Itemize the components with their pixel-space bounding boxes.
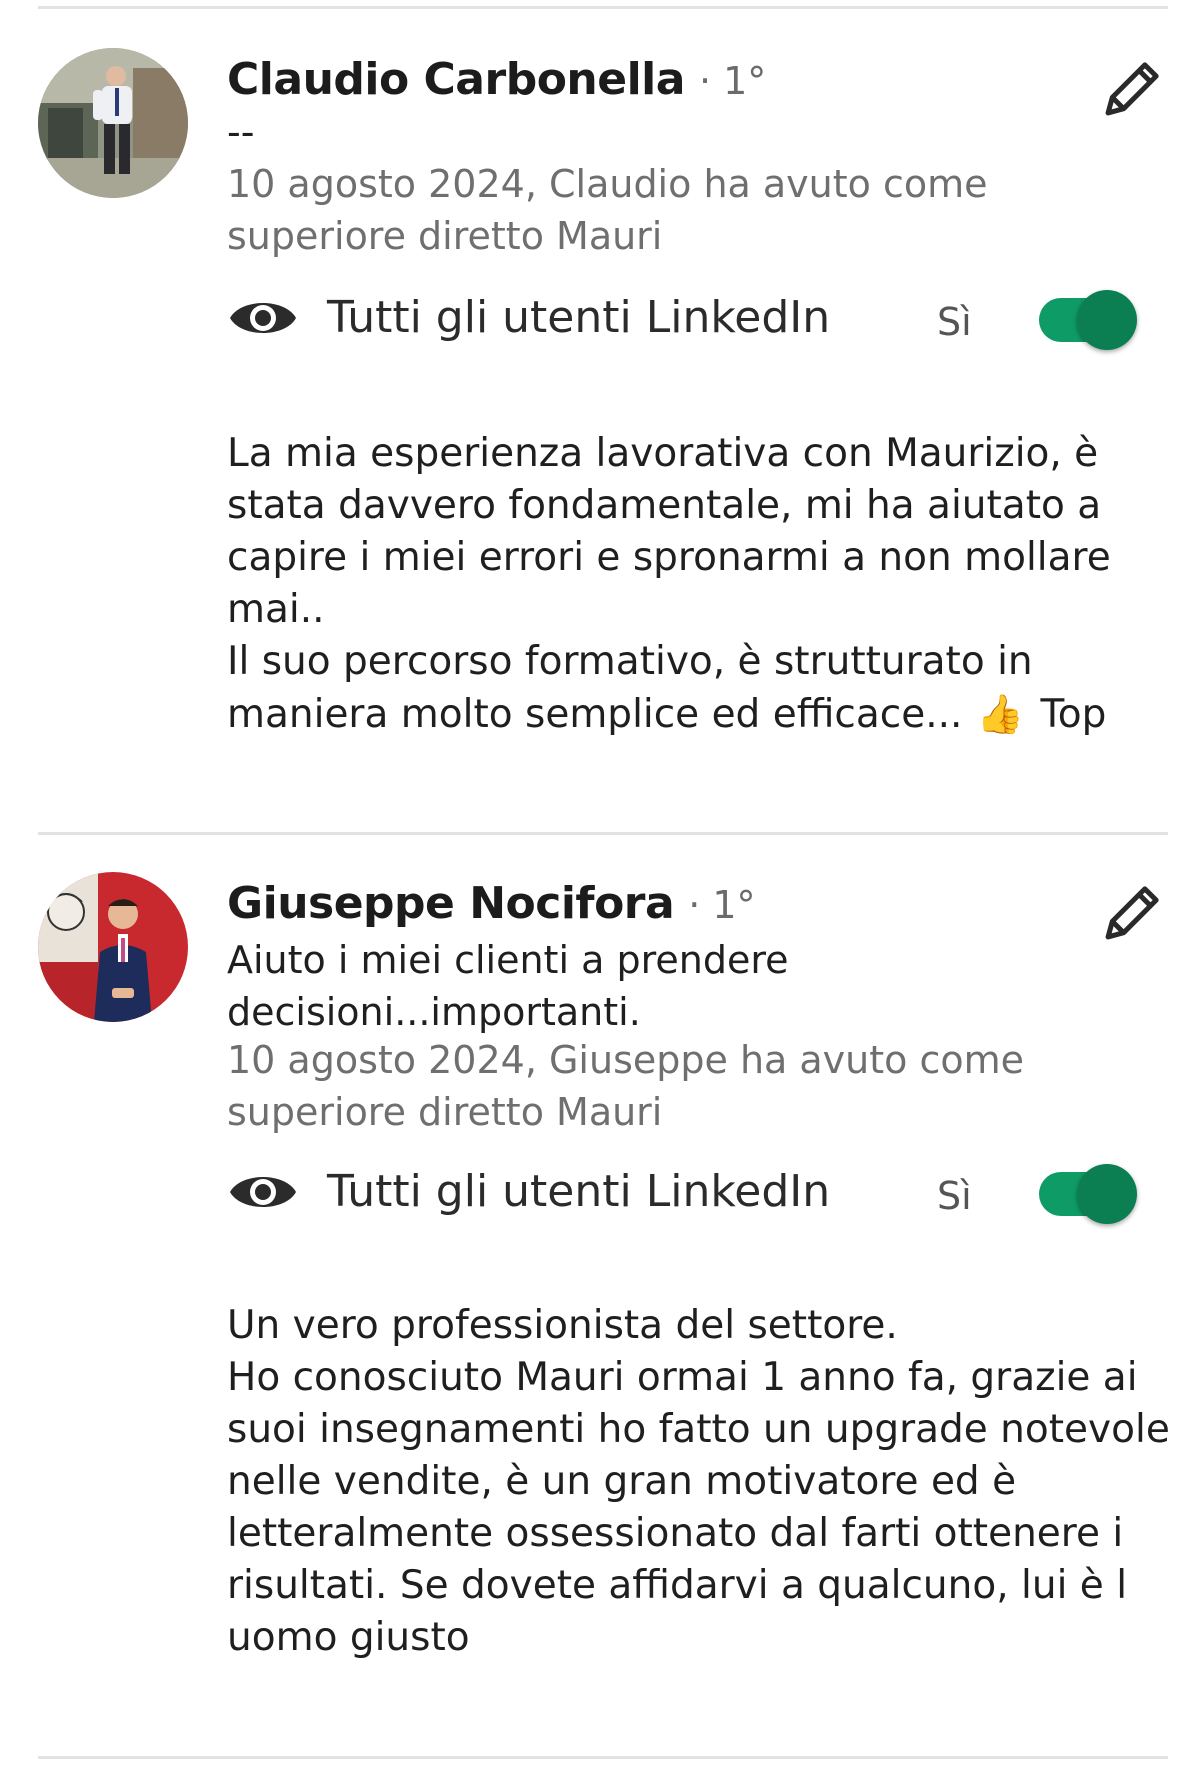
name-line: Claudio Carbonella · 1° <box>227 54 766 105</box>
body-line: risultati. Se dovete affidarvi a qualcun… <box>227 1563 1128 1608</box>
body-line: stata davvero fondamentale, mi ha aiutat… <box>227 483 1102 528</box>
recommendation-text: La mia esperienza lavorativa con Maurizi… <box>227 428 1177 741</box>
visibility-row: Tutti gli utenti LinkedIn Sì <box>227 1160 1147 1224</box>
avatar[interactable] <box>38 48 188 198</box>
headline-line: Aiuto i miei clienti a prendere <box>227 938 789 982</box>
recommendation-text: Un vero professionista del settore. Ho c… <box>227 1300 1177 1664</box>
name-line: Giuseppe Nocifora · 1° <box>227 878 756 929</box>
visibility-value: Sì <box>937 300 972 344</box>
eye-icon <box>227 290 299 346</box>
visibility-value: Sì <box>937 1174 972 1218</box>
body-line: suoi insegnamenti ho fatto un upgrade no… <box>227 1407 1170 1452</box>
toggle-knob <box>1077 1164 1137 1224</box>
author-headline: -- <box>227 106 254 158</box>
meta-line: superiore diretto Mauri <box>227 214 663 258</box>
body-line: letteralmente ossessionato dal farti ott… <box>227 1511 1124 1556</box>
toggle-knob <box>1077 290 1137 350</box>
visibility-toggle[interactable] <box>1039 1164 1139 1224</box>
relationship-info: 10 agosto 2024, Claudio ha avuto come su… <box>227 158 988 262</box>
avatar[interactable] <box>38 872 188 1022</box>
bottom-divider <box>38 1756 1168 1759</box>
body-text-segment: maniera molto semplice ed efficace... <box>227 692 963 737</box>
recommendation-card: Claudio Carbonella · 1° -- 10 agosto 202… <box>0 48 1200 788</box>
thumbs-up-emoji: 👍 <box>976 692 1025 736</box>
recommendation-card: Giuseppe Nocifora · 1° Aiuto i miei clie… <box>0 872 1200 1732</box>
meta-line: superiore diretto Mauri <box>227 1090 663 1134</box>
body-line-last: maniera molto semplice ed efficace... 👍 … <box>227 688 1177 741</box>
visibility-label: Tutti gli utenti LinkedIn <box>327 292 831 343</box>
visibility-toggle[interactable] <box>1039 290 1139 350</box>
body-line: Un vero professionista del settore. <box>227 1303 898 1348</box>
pencil-icon[interactable] <box>1095 56 1165 126</box>
connection-degree: · 1° <box>698 59 767 103</box>
author-name[interactable]: Claudio Carbonella <box>227 54 685 105</box>
meta-line: 10 agosto 2024, Giuseppe ha avuto come <box>227 1038 1025 1082</box>
headline-line: -- <box>227 110 255 154</box>
visibility-row: Tutti gli utenti LinkedIn Sì <box>227 286 1147 350</box>
body-line: mai.. <box>227 587 325 632</box>
body-text-segment: Top <box>1040 692 1107 737</box>
body-line: Ho conosciuto Mauri ormai 1 anno fa, gra… <box>227 1355 1138 1400</box>
card-divider <box>38 832 1168 835</box>
headline-line: decisioni...importanti. <box>227 990 641 1034</box>
body-line: capire i miei errori e spronarmi a non m… <box>227 535 1111 580</box>
body-line: Il suo percorso formativo, è strutturato… <box>227 639 1033 684</box>
body-line: uomo giusto <box>227 1615 470 1660</box>
body-line: nelle vendite, è un gran motivatore ed è <box>227 1459 1017 1504</box>
author-name[interactable]: Giuseppe Nocifora <box>227 878 675 929</box>
visibility-label: Tutti gli utenti LinkedIn <box>327 1166 831 1217</box>
pencil-icon[interactable] <box>1095 880 1165 950</box>
eye-icon <box>227 1164 299 1220</box>
body-line: La mia esperienza lavorativa con Maurizi… <box>227 431 1099 476</box>
connection-degree: · 1° <box>688 883 756 927</box>
top-divider <box>38 6 1168 9</box>
author-headline: Aiuto i miei clienti a prendere decision… <box>227 934 789 1038</box>
relationship-info: 10 agosto 2024, Giuseppe ha avuto come s… <box>227 1034 1024 1138</box>
meta-line: 10 agosto 2024, Claudio ha avuto come <box>227 162 988 206</box>
